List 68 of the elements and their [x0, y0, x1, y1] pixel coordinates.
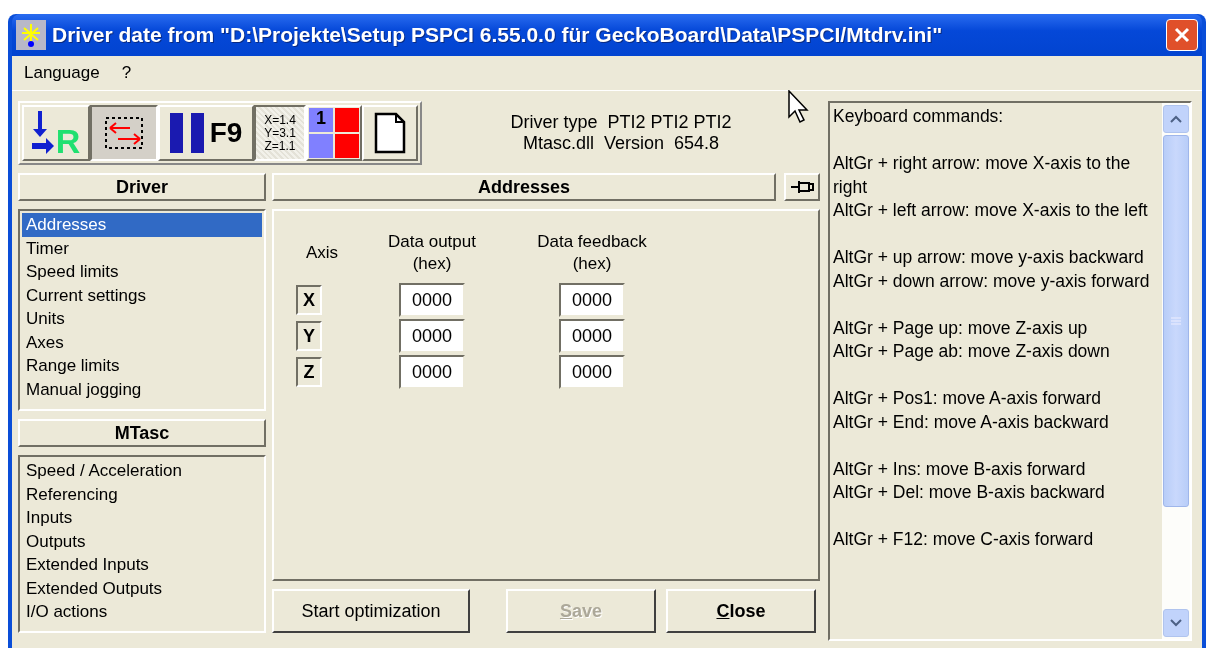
axis-label: X: [296, 285, 322, 315]
list-item[interactable]: Axes: [22, 330, 262, 354]
column-header: Data output (hex): [387, 231, 477, 275]
pin-icon: [790, 179, 814, 195]
feedback-field[interactable]: 0000: [559, 355, 625, 389]
feedback-field[interactable]: 0000: [559, 283, 625, 317]
list-item[interactable]: Outputs: [22, 529, 262, 553]
scroll-down-icon: [1170, 619, 1182, 627]
list-item[interactable]: Addresses: [22, 213, 262, 237]
section-header[interactable]: Driver: [18, 173, 266, 201]
list-item[interactable]: Referencing: [22, 482, 262, 506]
list-item[interactable]: Current settings: [22, 283, 262, 307]
output-field[interactable]: 0000: [399, 355, 465, 389]
list-item[interactable]: Extended Outputs: [22, 576, 262, 600]
feedback-field[interactable]: 0000: [559, 319, 625, 353]
app-icon: [16, 20, 46, 50]
list-item[interactable]: Speed / Acceleration: [22, 459, 262, 483]
help-line: AltGr + down arrow: move y-axis forward: [833, 269, 1151, 293]
help-heading: Keyboard commands:: [833, 105, 1005, 128]
list-item[interactable]: Manual jogging: [22, 377, 262, 401]
list-item[interactable]: Timer: [22, 236, 262, 260]
grip-icon: [1171, 317, 1181, 325]
driver-info: Mtasc.dll Version 654.8: [522, 133, 720, 154]
list-item[interactable]: Speed limits: [22, 260, 262, 284]
axis-label: Y: [296, 321, 322, 351]
help-line: AltGr + left arrow: move X-axis to the left: [833, 199, 1149, 222]
f9-tool-button[interactable]: F9: [158, 105, 254, 161]
close-icon: [1173, 26, 1191, 44]
scrollbar[interactable]: [1162, 103, 1190, 639]
swap-arrows-icon: [104, 116, 144, 150]
help-line: AltGr + F12: move C-axis forward: [833, 528, 1095, 551]
help-line: AltGr + Del: move B-axis backward: [833, 481, 1106, 504]
r-letter: R: [55, 123, 81, 159]
list-item[interactable]: Inputs: [22, 506, 262, 530]
grid-tool-button[interactable]: 1: [306, 105, 362, 161]
panel-header: Addresses: [272, 173, 776, 201]
column-header: Axis: [304, 242, 340, 264]
output-field[interactable]: 0000: [399, 283, 465, 317]
scroll-up-icon: [1170, 115, 1182, 123]
output-field[interactable]: 0000: [399, 319, 465, 353]
page-icon: [374, 112, 406, 154]
list-item[interactable]: Units: [22, 307, 262, 331]
menu-item[interactable]: Language: [24, 63, 100, 83]
pause-icon: [169, 113, 204, 153]
arrows-icon: [31, 111, 56, 155]
column-header: Data feedback (hex): [536, 231, 648, 275]
list-item[interactable]: I/O actions: [22, 600, 262, 624]
coordinates-tool-button[interactable]: X=1.4 Y=3.1 Z=1.1: [254, 105, 306, 161]
menu-item[interactable]: ?: [121, 63, 132, 83]
driver-info: Driver type PTI2 PTI2 PTI2: [510, 112, 732, 133]
section-header[interactable]: MTasc: [18, 419, 266, 447]
swap-tool-button[interactable]: [90, 105, 158, 161]
pin-button[interactable]: [784, 173, 820, 201]
window-title: Driver date from "D:\Projekte\Setup PSPCI 6.55.0.0 für GeckoBoard\Data\PSPCI/Mtdrv.ini": [52, 23, 944, 47]
help-line: AltGr + End: move A-axis backward: [833, 410, 1110, 434]
help-line: AltGr + Page ab: move Z-axis down: [833, 340, 1111, 363]
help-line: AltGr + Pos1: move A-axis forward: [833, 387, 1102, 410]
help-line: AltGr + up arrow: move y-axis backward: [833, 246, 1145, 269]
help-line: AltGr + right arrow: move X-axis to the right: [833, 152, 1132, 199]
list-item[interactable]: Extended Inputs: [22, 553, 262, 577]
list-item[interactable]: Range limits: [22, 354, 262, 378]
axis-label: Z: [296, 357, 322, 387]
dialog-button[interactable]: Start optimization: [272, 589, 470, 633]
help-line: AltGr + Page up: move Z-axis up: [833, 316, 1089, 340]
new-page-button[interactable]: [362, 105, 418, 161]
close-button[interactable]: [1166, 19, 1198, 51]
dialog-button[interactable]: Close: [666, 589, 816, 633]
help-line: AltGr + Ins: move B-axis forward: [833, 457, 1087, 481]
